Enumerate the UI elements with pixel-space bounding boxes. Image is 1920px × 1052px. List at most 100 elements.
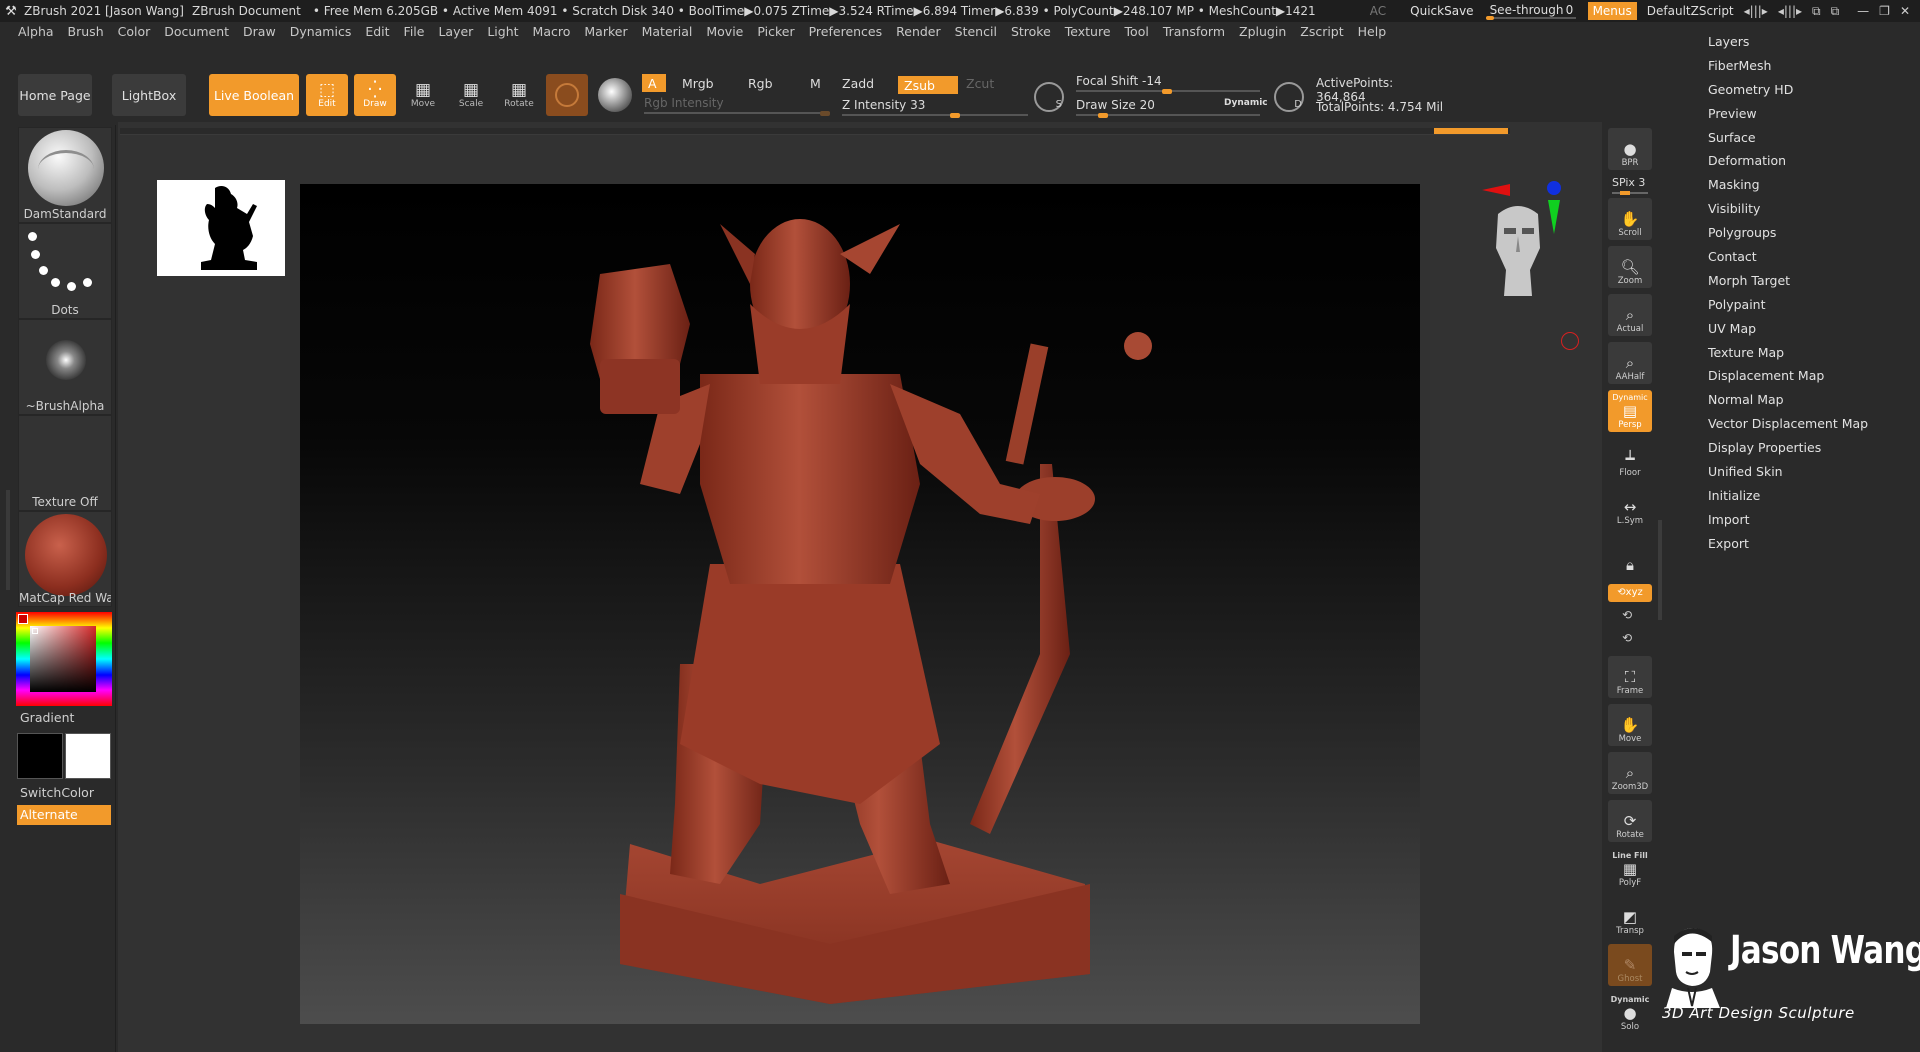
palette-vector-displacement-map[interactable]: Vector Displacement Map xyxy=(1700,412,1920,436)
palette-contact[interactable]: Contact xyxy=(1700,245,1920,269)
menu-brush[interactable]: Brush xyxy=(68,24,104,39)
menu-preferences[interactable]: Preferences xyxy=(809,24,883,39)
menu-tool[interactable]: Tool xyxy=(1125,24,1149,39)
menu-zplugin[interactable]: Zplugin xyxy=(1239,24,1286,39)
zsub-toggle[interactable]: Zsub xyxy=(898,76,958,94)
zadd-toggle[interactable]: Zadd xyxy=(836,74,896,92)
menu-stroke[interactable]: Stroke xyxy=(1011,24,1051,39)
palette-export[interactable]: Export xyxy=(1700,532,1920,556)
silhouette-thumbnail[interactable] xyxy=(157,180,285,276)
rotate-z-icon[interactable]: ⟲ xyxy=(1622,631,1632,645)
see-through-knob[interactable] xyxy=(1485,16,1494,20)
d-size-button[interactable]: D xyxy=(1274,82,1304,112)
orientation-navigator[interactable] xyxy=(1470,178,1570,308)
menu-movie[interactable]: Movie xyxy=(706,24,743,39)
layout-right-icon[interactable]: ◂|||▸ xyxy=(1778,4,1802,18)
a-toggle[interactable]: A xyxy=(642,74,666,92)
palette-layers[interactable]: Layers xyxy=(1700,30,1920,54)
xyz-rotate-button[interactable]: ⟲xyz xyxy=(1608,584,1652,602)
color-picker[interactable] xyxy=(16,612,112,706)
menu-file[interactable]: File xyxy=(404,24,425,39)
menu-macro[interactable]: Macro xyxy=(533,24,571,39)
rotate-tool-button[interactable]: ▦ Rotate xyxy=(498,74,540,116)
alternate-button[interactable]: Alternate xyxy=(17,805,111,825)
move-tool-button[interactable]: ▦ Move xyxy=(402,74,444,116)
lightbox-button[interactable]: LightBox xyxy=(112,74,186,116)
frame-button[interactable]: ⛶ Frame xyxy=(1608,656,1652,698)
main-color-swatch[interactable] xyxy=(17,733,63,779)
mrgb-toggle[interactable]: Mrgb xyxy=(676,74,736,92)
home-page-button[interactable]: Home Page xyxy=(18,74,92,116)
live-boolean-button[interactable]: Live Boolean xyxy=(209,74,299,116)
transp-button[interactable]: ◩ Transp xyxy=(1608,896,1652,938)
switch-color-button[interactable]: SwitchColor xyxy=(20,785,94,800)
palette-polypaint[interactable]: Polypaint xyxy=(1700,293,1920,317)
alpha-slot[interactable]: ~BrushAlpha xyxy=(18,319,112,415)
menu-alpha[interactable]: Alpha xyxy=(18,24,54,39)
window-float-icon[interactable]: ⧉ xyxy=(1831,4,1840,19)
bpr-button[interactable]: ● BPR xyxy=(1608,128,1652,170)
edit-tool-button[interactable]: ⬚ Edit xyxy=(306,74,348,116)
quicksave-button[interactable]: QuickSave xyxy=(1410,4,1473,18)
spix-slider-label[interactable]: SPix 3 xyxy=(1612,176,1645,189)
menu-light[interactable]: Light xyxy=(487,24,518,39)
palette-texture-map[interactable]: Texture Map xyxy=(1700,341,1920,365)
palette-initialize[interactable]: Initialize xyxy=(1700,484,1920,508)
palette-displacement-map[interactable]: Displacement Map xyxy=(1700,364,1920,388)
floor-button[interactable]: ┷ Floor xyxy=(1608,438,1652,480)
3d-viewport[interactable] xyxy=(300,184,1420,1024)
palette-deformation[interactable]: Deformation xyxy=(1700,149,1920,173)
menu-zscript[interactable]: Zscript xyxy=(1300,24,1343,39)
menu-edit[interactable]: Edit xyxy=(365,24,389,39)
s-size-button[interactable]: S xyxy=(1034,82,1064,112)
palette-masking[interactable]: Masking xyxy=(1700,173,1920,197)
see-through-slider[interactable]: See-through 0 xyxy=(1484,2,1578,20)
palette-geometry-hd[interactable]: Geometry HD xyxy=(1700,78,1920,102)
palette-normal-map[interactable]: Normal Map xyxy=(1700,388,1920,412)
texture-slot[interactable]: Texture Off xyxy=(18,415,112,511)
polyf-button[interactable]: Line Fill ▦ PolyF xyxy=(1608,848,1652,890)
zoom-button[interactable]: 🔍︎ Zoom xyxy=(1608,246,1652,288)
z-intensity-slider[interactable]: Z Intensity 33 xyxy=(842,98,1028,118)
material-slot[interactable]: MatCap Red Wax xyxy=(18,511,112,607)
palette-polygroups[interactable]: Polygroups xyxy=(1700,221,1920,245)
material-quick-button[interactable] xyxy=(546,74,588,116)
spix-slider[interactable] xyxy=(1612,191,1648,195)
lock-button[interactable]: 🔒︎ xyxy=(1608,534,1652,576)
menu-render[interactable]: Render xyxy=(896,24,941,39)
actual-button[interactable]: ⌕ Actual xyxy=(1608,294,1652,336)
palette-fibermesh[interactable]: FiberMesh xyxy=(1700,54,1920,78)
palette-display-properties[interactable]: Display Properties xyxy=(1700,436,1920,460)
left-tray-scroll-handle[interactable] xyxy=(6,490,10,590)
default-zscript-button[interactable]: DefaultZScript xyxy=(1647,4,1734,18)
scale-tool-button[interactable]: ▦ Scale xyxy=(450,74,492,116)
palette-morph-target[interactable]: Morph Target xyxy=(1700,269,1920,293)
menu-dynamics[interactable]: Dynamics xyxy=(290,24,352,39)
menu-picker[interactable]: Picker xyxy=(757,24,794,39)
right-shelf-scroll-handle[interactable] xyxy=(1658,520,1662,620)
menu-color[interactable]: Color xyxy=(118,24,151,39)
rotate-view-button[interactable]: ⟳ Rotate xyxy=(1608,800,1652,842)
zcut-toggle[interactable]: Zcut xyxy=(960,74,1000,92)
secondary-color-swatch[interactable] xyxy=(65,733,111,779)
alpha-quick-icon[interactable] xyxy=(598,78,632,112)
gradient-label[interactable]: Gradient xyxy=(20,710,74,725)
menu-help[interactable]: Help xyxy=(1358,24,1387,39)
move-view-button[interactable]: ✋ Move xyxy=(1608,704,1652,746)
palette-surface[interactable]: Surface xyxy=(1700,126,1920,150)
focal-shift-slider[interactable]: Focal Shift -14 xyxy=(1076,74,1260,94)
menu-transform[interactable]: Transform xyxy=(1163,24,1225,39)
menu-marker[interactable]: Marker xyxy=(584,24,627,39)
menu-layer[interactable]: Layer xyxy=(438,24,473,39)
brush-slot[interactable]: DamStandard xyxy=(18,127,112,223)
zoom3d-button[interactable]: ⌕ Zoom3D xyxy=(1608,752,1652,794)
minimize-icon[interactable]: — xyxy=(1857,4,1869,18)
palette-uv-map[interactable]: UV Map xyxy=(1700,317,1920,341)
lsym-button[interactable]: ↔ L.Sym xyxy=(1608,486,1652,528)
rgb-intensity-slider[interactable]: Rgb Intensity xyxy=(644,96,830,116)
color-saturation-square[interactable] xyxy=(30,626,96,692)
menu-texture[interactable]: Texture xyxy=(1065,24,1111,39)
menu-draw[interactable]: Draw xyxy=(243,24,276,39)
persp-button[interactable]: Dynamic ▤ Persp xyxy=(1608,390,1652,432)
draw-tool-button[interactable]: ⁛ Draw xyxy=(354,74,396,116)
